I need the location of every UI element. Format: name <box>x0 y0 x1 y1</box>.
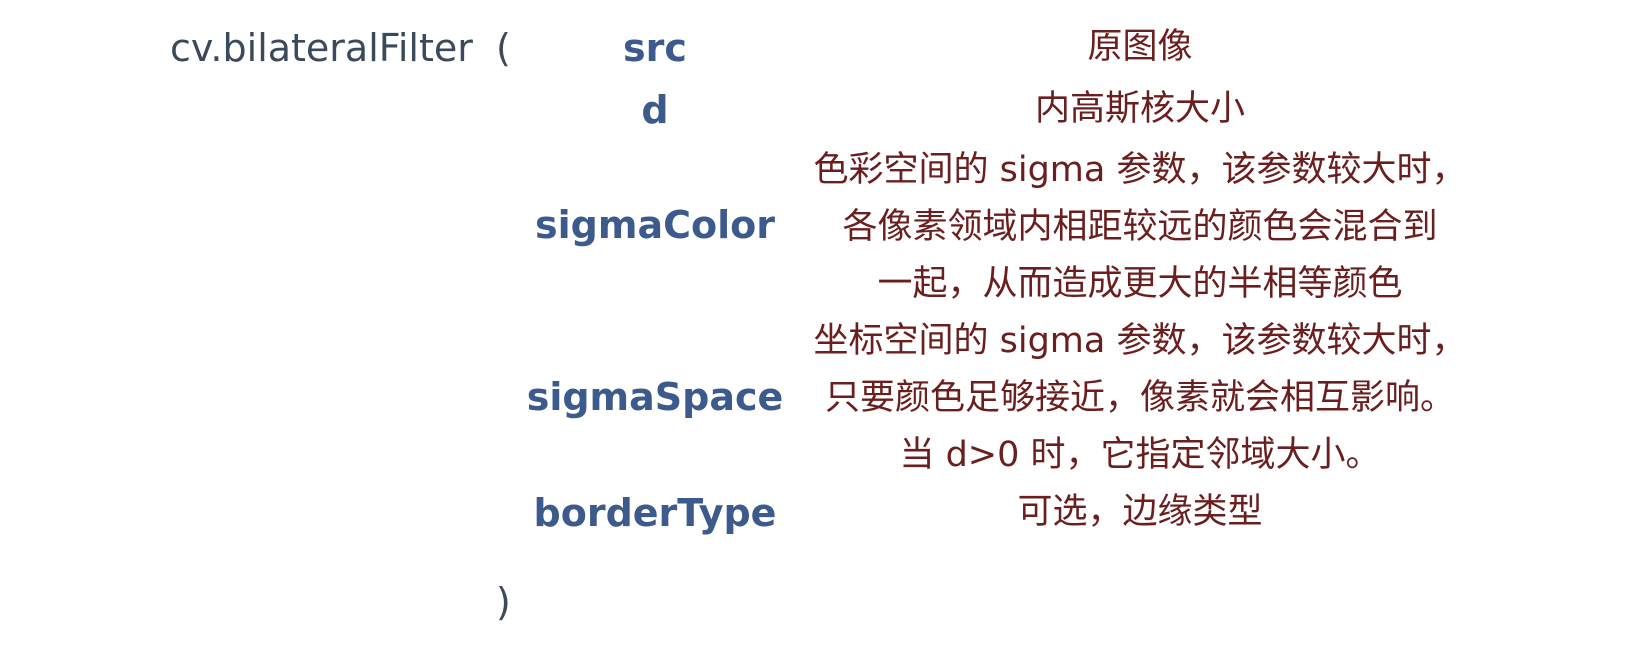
param-src-desc: 原图像 <box>780 19 1500 76</box>
desc-line: 坐标空间的 sigma 参数，该参数较大时， <box>813 321 1467 361</box>
param-sigmacolor-name: sigmaColor <box>535 203 775 247</box>
close-paren: ) <box>496 580 511 624</box>
desc-line: 一起，从而造成更大的半相等颜色 <box>877 264 1403 304</box>
param-sigmaspace-desc: 坐标空间的 sigma 参数，该参数较大时， 只要颜色足够接近，像素就会相互影响… <box>780 313 1500 484</box>
param-d-name: d <box>641 88 669 132</box>
param-bordertype-desc: 可选，边缘类型 <box>780 484 1500 541</box>
desc-line: 只要颜色足够接近，像素就会相互影响。 <box>824 378 1455 418</box>
desc-line: 可选，边缘类型 <box>1017 492 1263 532</box>
param-sigmacolor-desc: 色彩空间的 sigma 参数，该参数较大时， 各像素领域内相距较远的颜色会混合到… <box>780 142 1500 313</box>
desc-line: 各像素领域内相距较远的颜色会混合到 <box>842 207 1438 247</box>
param-src-name: src <box>623 26 687 70</box>
param-d-desc: 内高斯核大小 <box>780 81 1500 138</box>
param-sigmaspace-name: sigmaSpace <box>526 375 784 419</box>
param-bordertype-name: borderType <box>533 491 777 535</box>
function-name: cv.bilateralFilter <box>170 26 473 70</box>
desc-line: 当 d>0 时，它指定邻域大小。 <box>899 435 1381 475</box>
desc-line: 色彩空间的 sigma 参数，该参数较大时， <box>813 150 1467 190</box>
open-paren: ( <box>496 26 511 70</box>
desc-line: 内高斯核大小 <box>1034 89 1245 129</box>
desc-line: 原图像 <box>1087 27 1193 67</box>
